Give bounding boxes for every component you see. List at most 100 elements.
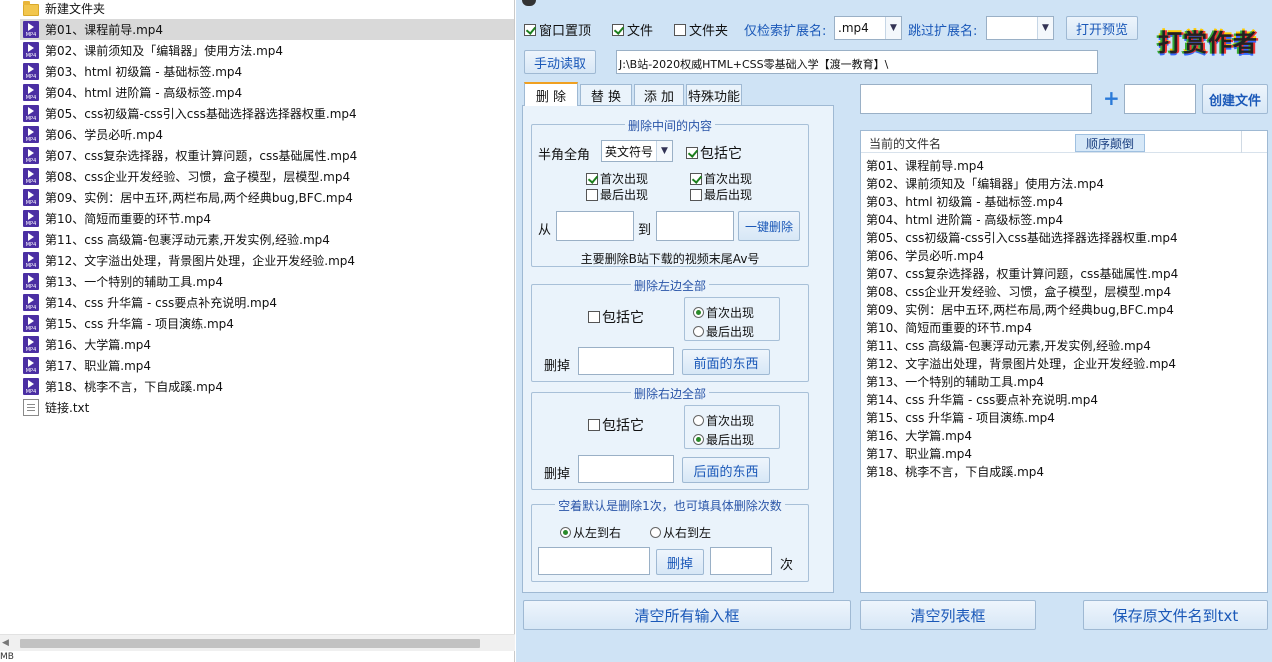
left-first-radio-label: 首次出现 [706,306,755,320]
delete-left-input[interactable] [578,347,674,375]
file-item[interactable]: 第04、html 进阶篇 - 高级标签.mp4 [20,82,514,103]
app-icon [522,0,536,6]
file-item[interactable]: 第03、html 初级篇 - 基础标签.mp4 [20,61,514,82]
file-item[interactable]: 第02、课前须知及「编辑器」使用方法.mp4 [20,40,514,61]
width-select[interactable]: 英文符号 ▼ [601,140,673,162]
left-last-radio[interactable]: 最后出现 [693,323,754,340]
file-item[interactable]: 第11、css 高级篇-包裹浮动元素,开发实例,经验.mp4 [20,229,514,250]
list-item[interactable]: 第11、css 高级篇-包裹浮动元素,开发实例,经验.mp4 [866,337,1151,354]
left-last-checkbox[interactable]: 最后出现 [586,186,648,203]
include-right-label: 包括它 [602,418,644,434]
delete-right-input[interactable] [578,455,674,483]
list-item[interactable]: 第09、实例：居中五环,两栏布局,两个经典bug,BFC.mp4 [866,301,1174,318]
files-label: 文件 [627,24,654,39]
video-file-icon [23,378,39,395]
scroll-left-arrow-icon[interactable]: ◀ [2,637,14,649]
list-item[interactable]: 第03、html 初级篇 - 基础标签.mp4 [866,193,1063,210]
manual-read-button[interactable]: 手动读取 [524,50,596,74]
list-item[interactable]: 第18、桃李不言，下自成蹊.mp4 [866,463,1044,480]
list-item[interactable]: 第17、职业篇.mp4 [866,445,972,462]
open-preview-button[interactable]: 打开预览 [1066,16,1138,40]
file-item[interactable]: 第17、职业篇.mp4 [20,355,514,376]
reverse-order-button[interactable]: 顺序颠倒 [1075,134,1145,152]
tab-replace[interactable]: 替 换 [580,84,632,106]
file-name: 第05、css初级篇-css引入css基础选择器选择器权重.mp4 [45,107,357,121]
right-first-radio[interactable]: 首次出现 [693,412,754,429]
include-left-checkbox[interactable]: 包括它 [588,307,644,327]
file-item[interactable]: 第10、简短而重要的环节.mp4 [20,208,514,229]
file-item[interactable]: 第05、css初级篇-css引入css基础选择器选择器权重.mp4 [20,103,514,124]
file-item[interactable]: 第08、css企业开发经验、习惯，盒子模型，层模型.mp4 [20,166,514,187]
window-on-top-checkbox[interactable]: 窗口置顶 [524,20,591,39]
delete-middle-group: 删除中间的内容 半角全角 英文符号 ▼ 包括它 首次出现 最后出现 首次出现 最… [531,119,809,267]
from-input[interactable] [556,211,634,241]
list-item[interactable]: 第01、课程前导.mp4 [866,157,984,174]
file-item[interactable]: 第16、大学篇.mp4 [20,334,514,355]
skip-ext-select[interactable]: ▼ [986,16,1054,40]
clear-inputs-button[interactable]: 清空所有输入框 [523,600,851,630]
chevron-down-icon[interactable]: ▼ [656,141,672,161]
delete-count-button[interactable]: 删掉 [656,549,704,575]
chevron-down-icon[interactable]: ▼ [885,17,901,39]
radio-icon [693,326,704,337]
file-item[interactable]: 第14、css 升华篇 - css要点补充说明.mp4 [20,292,514,313]
ext-filter-select[interactable]: .mp4 ▼ [834,16,902,40]
right-to-left-radio[interactable]: 从右到左 [650,524,711,541]
right-first-checkbox[interactable]: 首次出现 [690,170,752,187]
file-name: 第11、css 高级篇-包裹浮动元素,开发实例,经验.mp4 [45,233,330,247]
delete-text-input[interactable] [538,547,650,575]
file-item[interactable]: 第15、css 升华篇 - 项目演练.mp4 [20,313,514,334]
path-field[interactable]: J:\B站-2020权威HTML+CSS零基础入学【渡一教育】\ [616,50,1098,74]
file-item[interactable]: 第09、实例：居中五环,两栏布局,两个经典bug,BFC.mp4 [20,187,514,208]
include-right-checkbox[interactable]: 包括它 [588,415,644,435]
list-item[interactable]: 第12、文字溢出处理，背景图片处理，企业开发经验.mp4 [866,355,1176,372]
left-first-checkbox[interactable]: 首次出现 [586,170,648,187]
list-item[interactable]: 第14、css 升华篇 - css要点补充说明.mp4 [866,391,1098,408]
list-item[interactable]: 第04、html 进阶篇 - 高级标签.mp4 [866,211,1063,228]
include-middle-checkbox[interactable]: 包括它 [686,143,742,163]
tab-delete[interactable]: 删 除 [524,82,578,106]
clear-list-button[interactable]: 清空列表框 [860,600,1036,630]
to-input[interactable] [656,211,734,241]
delete-before-button[interactable]: 前面的东西 [682,349,770,375]
list-item[interactable]: 第05、css初级篇-css引入css基础选择器选择器权重.mp4 [866,229,1178,246]
delete-count-input[interactable] [710,547,772,575]
create-name-input[interactable] [860,84,1092,114]
file-item[interactable]: 第01、课程前导.mp4 [20,19,514,40]
folder-item[interactable]: 新建文件夹 [20,0,514,19]
create-file-button[interactable]: 创建文件 [1202,84,1268,114]
video-file-icon [23,126,39,143]
horizontal-scrollbar[interactable]: ◀ [0,634,515,651]
delete-after-button[interactable]: 后面的东西 [682,457,770,483]
list-item[interactable]: 第15、css 升华篇 - 项目演练.mp4 [866,409,1055,426]
list-item[interactable]: 第06、学员必听.mp4 [866,247,984,264]
list-item[interactable]: 第07、css复杂选择器，权重计算问题，css基础属性.mp4 [866,265,1178,282]
left-first-radio[interactable]: 首次出现 [693,304,754,321]
donate-author-logo[interactable]: 打赏作者 [1158,22,1270,58]
filename-list[interactable]: 当前的文件名 顺序颠倒 第01、课程前导.mp4 第02、课前须知及「编辑器」使用… [860,130,1268,593]
tab-special[interactable]: 特殊功能 [686,84,742,106]
file-item[interactable]: 第07、css复杂选择器，权重计算问题，css基础属性.mp4 [20,145,514,166]
folders-checkbox[interactable]: 文件夹 [674,20,728,39]
list-item[interactable]: 第16、大学篇.mp4 [866,427,972,444]
tab-add[interactable]: 添 加 [634,84,684,106]
one-click-delete-button[interactable]: 一键删除 [738,211,800,241]
file-item[interactable]: 第06、学员必听.mp4 [20,124,514,145]
create-count-input[interactable] [1124,84,1196,114]
scrollbar-thumb[interactable] [20,639,480,648]
file-item[interactable]: 链接.txt [20,397,514,418]
files-checkbox[interactable]: 文件 [612,20,653,39]
list-item[interactable]: 第02、课前须知及「编辑器」使用方法.mp4 [866,175,1104,192]
chevron-down-icon[interactable]: ▼ [1037,17,1053,39]
file-item[interactable]: 第12、文字溢出处理，背景图片处理，企业开发经验.mp4 [20,250,514,271]
right-last-checkbox[interactable]: 最后出现 [690,186,752,203]
file-item[interactable]: 第18、桃李不言，下自成蹊.mp4 [20,376,514,397]
list-item[interactable]: 第13、一个特别的辅助工具.mp4 [866,373,1044,390]
delete-left-group: 删除左边全部 包括它 首次出现 最后出现 删掉 前面的东西 [531,279,809,382]
list-item[interactable]: 第08、css企业开发经验、习惯，盒子模型，层模型.mp4 [866,283,1171,300]
right-last-radio[interactable]: 最后出现 [693,431,754,448]
left-to-right-radio[interactable]: 从左到右 [560,524,621,541]
save-filenames-button[interactable]: 保存原文件名到txt [1083,600,1268,630]
file-item[interactable]: 第13、一个特别的辅助工具.mp4 [20,271,514,292]
list-item[interactable]: 第10、简短而重要的环节.mp4 [866,319,1032,336]
